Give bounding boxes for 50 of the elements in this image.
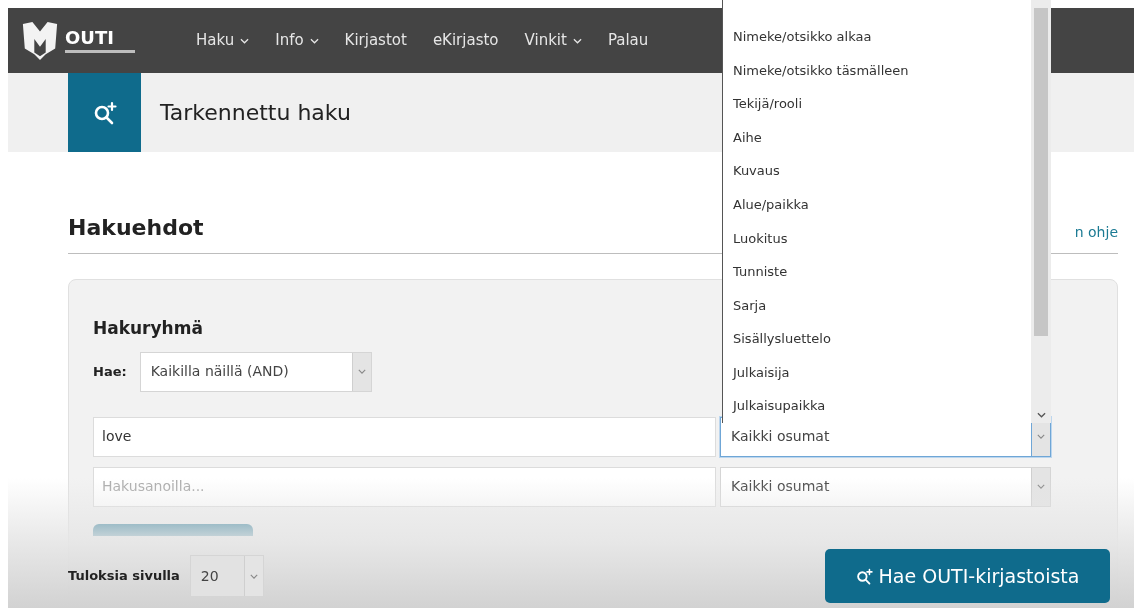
results-per-page-label: Tuloksia sivulla [68,567,180,586]
select-arrow-button[interactable] [351,352,371,391]
select-value: Kaikilla näillä (AND) [149,362,290,381]
dropdown-option[interactable]: Alue/paikka [723,187,1031,222]
operator-label: Hae: [93,362,127,381]
chevron-down-icon [249,573,258,579]
chevron-down-icon [1037,484,1045,489]
dropdown-option[interactable]: Sisällysluettelo [723,322,1031,356]
nav-menu-item[interactable]: Vinkit [524,29,582,52]
chevron-down-icon [1037,434,1045,439]
add-group-button[interactable] [93,523,253,536]
dropdown-option[interactable]: Nimeke/otsikko alkaa [723,20,1031,54]
dropdown-option[interactable]: Nimeke/otsikko täsmälleen [723,53,1031,88]
select-value: Kaikki osumat [730,427,831,446]
select-arrow-button[interactable] [1031,467,1050,506]
results-per-page-select[interactable]: 20 [189,555,264,597]
page-title: Tarkennettu haku [160,99,351,127]
search-plus-icon [92,100,117,125]
dropdown-option[interactable]: Aihe [723,120,1031,155]
logo-tagline-drawing [65,49,135,53]
operator-select[interactable]: Kaikilla näillä (AND) [139,351,372,392]
nav-menu-item[interactable]: Palau [607,29,649,52]
chevron-down-icon [1036,412,1046,418]
select-value: 20 [199,566,220,586]
logo-text: OUTI [65,28,115,47]
dropdown-option[interactable]: Kuvaus [723,154,1031,188]
chevron-down-icon [309,37,319,44]
section-heading: Hakuehdot [68,217,204,239]
search-term-field[interactable]: love [93,416,716,457]
dropdown-option[interactable]: Sarja [723,288,1031,323]
nav-menu-item[interactable]: Kirjastot [344,29,407,52]
nav-menu-item[interactable]: Haku [196,29,250,52]
dropdown-option[interactable]: Julkaisija [723,355,1031,390]
group-heading: Hakuryhmä [93,317,203,340]
scrollbar-thumb[interactable] [1034,8,1048,336]
nav-menu-item[interactable]: eKirjasto [432,29,499,52]
field-select[interactable]: Kaikki osumat [720,466,1051,507]
chevron-down-icon [572,37,582,44]
chevron-down-icon [357,369,366,374]
dropdown-option[interactable]: Tunniste [723,255,1031,289]
help-link[interactable]: n ohje [1074,225,1118,239]
logo-icon [21,19,59,62]
dropdown-option[interactable]: Luokitus [723,221,1031,256]
search-button[interactable]: Hae OUTI-kirjastoista [825,549,1110,603]
dropdown-option[interactable]: Tekijä/rooli [723,87,1031,121]
nav-menu-item[interactable]: Info [275,29,319,52]
search-plus-icon [855,567,873,585]
search-term-field[interactable]: Hakusanoilla... [93,466,716,507]
chevron-down-icon [240,37,250,44]
select-value: Kaikki osumat [730,477,831,496]
